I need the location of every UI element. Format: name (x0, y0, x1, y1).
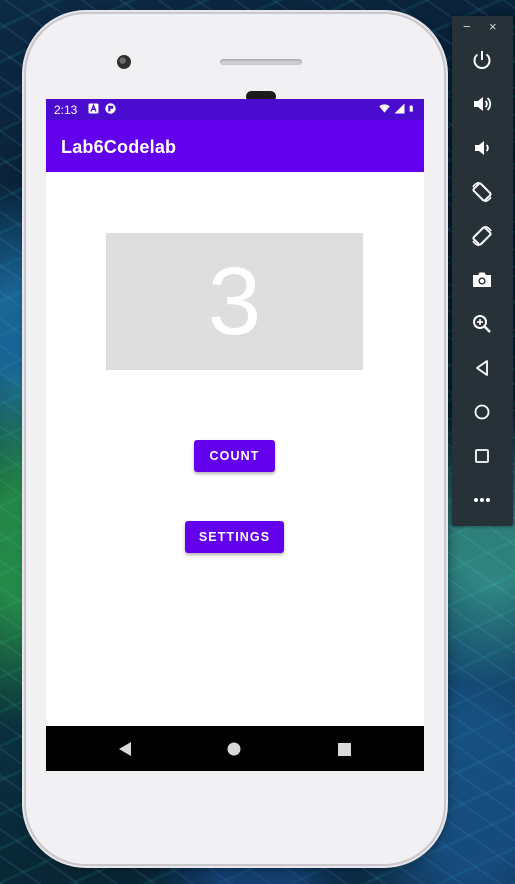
minimize-button[interactable]: − (463, 19, 471, 34)
toolbar-overview-button[interactable] (467, 441, 497, 471)
emulator-toolbar: − × (452, 16, 513, 526)
count-value: 3 (207, 247, 262, 355)
rotate-left-button[interactable] (467, 177, 497, 207)
rotate-left-icon (472, 181, 492, 203)
count-display: 3 (106, 233, 363, 370)
nav-recents-button[interactable] (334, 739, 354, 759)
power-icon (473, 51, 491, 69)
volume-up-icon (474, 97, 492, 111)
home-icon (227, 742, 241, 756)
power-button[interactable] (467, 45, 497, 75)
status-bar: 2:13 (46, 99, 424, 120)
app-title: Lab6Codelab (61, 137, 177, 157)
count-button[interactable]: COUNT (194, 440, 275, 472)
status-system-icons (379, 103, 416, 114)
more-button[interactable] (467, 485, 497, 515)
screenshot-button[interactable] (467, 265, 497, 295)
overview-icon (475, 449, 489, 463)
rotate-right-button[interactable] (467, 221, 497, 251)
camera-icon (473, 272, 491, 287)
settings-button[interactable]: SETTINGS (185, 521, 284, 553)
back-icon (476, 360, 488, 376)
zoom-icon (473, 315, 491, 333)
rotate-right-icon (472, 225, 492, 247)
close-button[interactable]: × (489, 19, 497, 34)
app-notification-icon (105, 103, 116, 114)
volume-up-button[interactable] (467, 89, 497, 119)
a-notification-icon (88, 103, 99, 114)
status-time: 2:13 (54, 103, 78, 117)
back-icon (119, 742, 131, 756)
zoom-button[interactable] (467, 309, 497, 339)
earpiece-speaker (220, 59, 302, 65)
battery-icon (409, 105, 413, 112)
app-bar: Lab6Codelab (46, 120, 424, 172)
recents-icon (337, 742, 351, 756)
front-camera (117, 55, 131, 69)
navigation-bar (46, 726, 424, 771)
nav-home-button[interactable] (224, 739, 244, 759)
home-icon (474, 404, 490, 420)
device-screen: 2:13 Lab6Codelab 3 COUNT SETTINGS (46, 99, 424, 771)
signal-icon (394, 103, 405, 114)
volume-down-button[interactable] (467, 133, 497, 163)
toolbar-back-button[interactable] (467, 353, 497, 383)
volume-down-icon (475, 141, 489, 155)
wifi-icon (379, 104, 390, 114)
nav-back-button[interactable] (115, 739, 135, 759)
status-notifications (88, 103, 116, 114)
more-icon (474, 498, 490, 502)
toolbar-header: − × (452, 16, 513, 40)
toolbar-home-button[interactable] (467, 397, 497, 427)
